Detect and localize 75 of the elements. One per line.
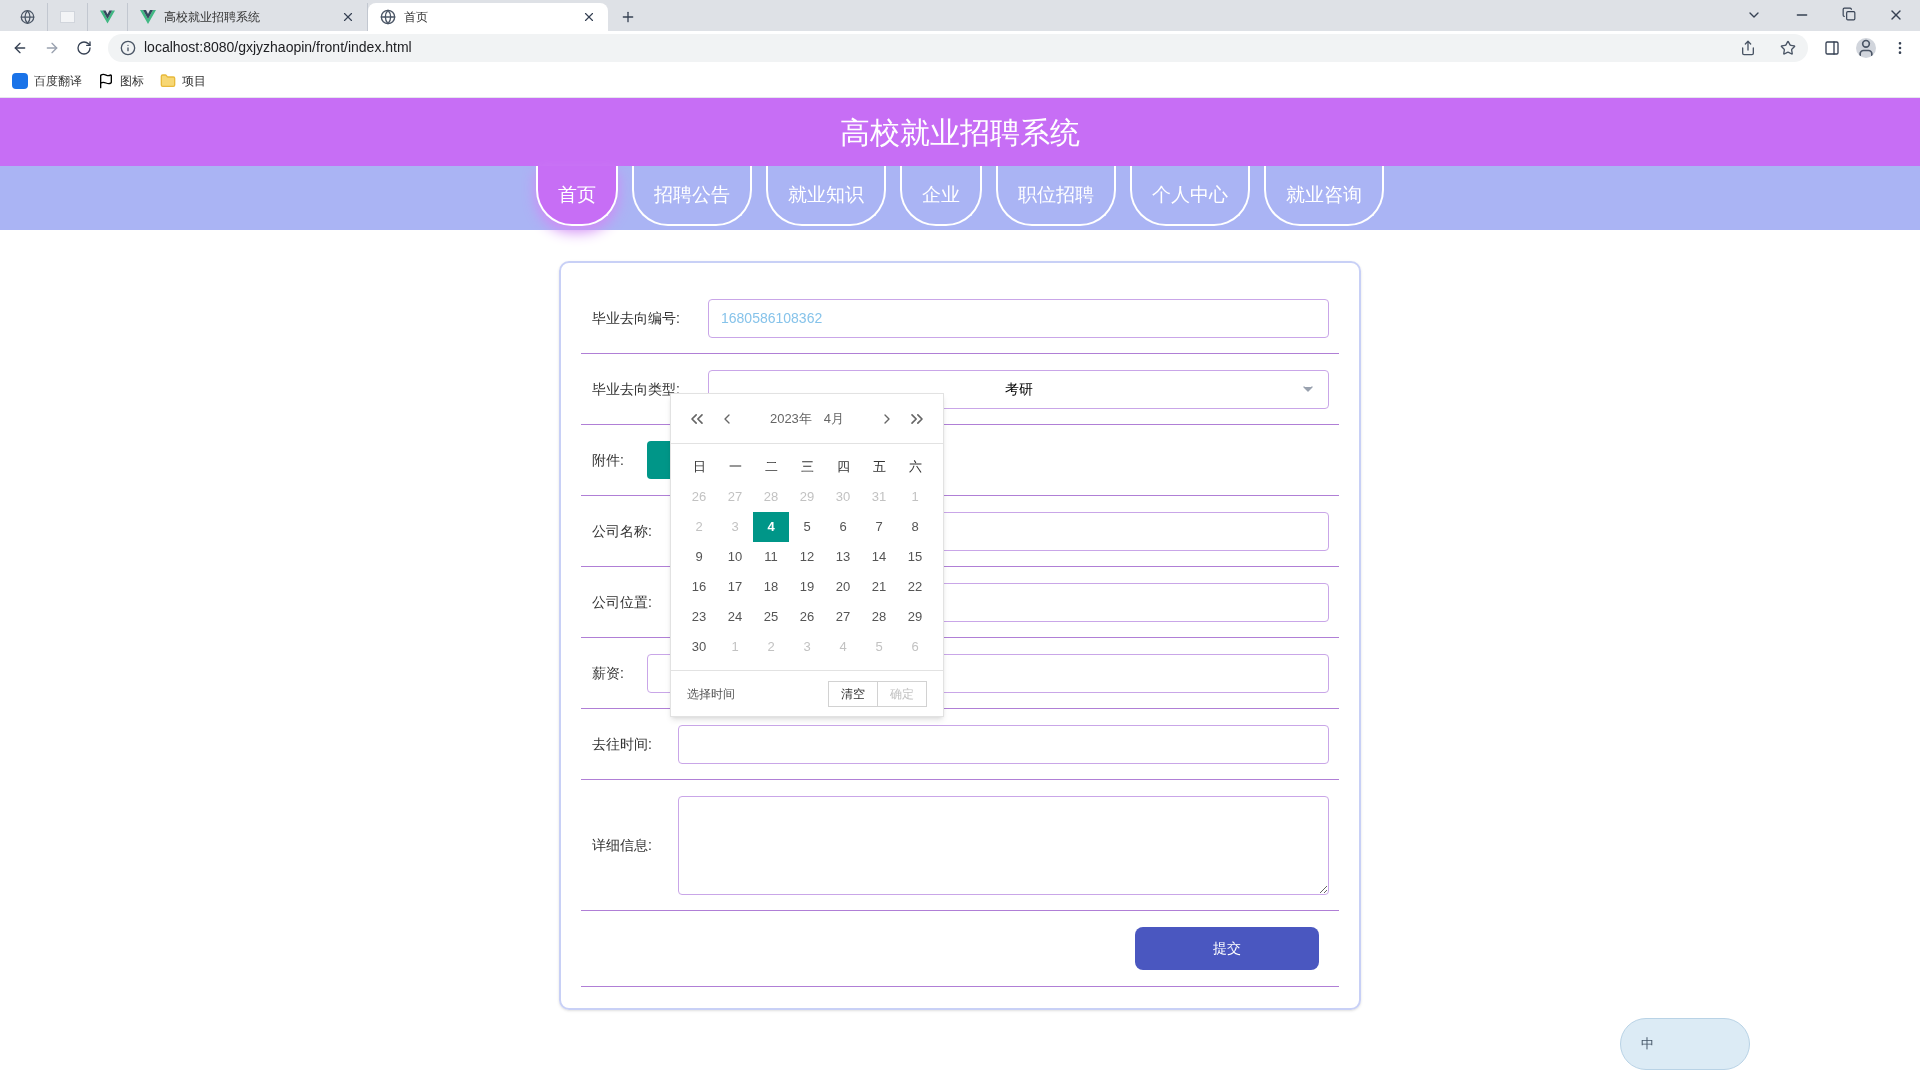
weekday-label: 六 bbox=[907, 458, 923, 477]
translate-icon bbox=[12, 72, 28, 89]
site-title: 高校就业招聘系统 bbox=[840, 114, 1080, 151]
calendar-day[interactable]: 20 bbox=[825, 572, 861, 602]
field-label: 毕业去向类型: bbox=[592, 379, 681, 399]
calendar-day[interactable]: 21 bbox=[861, 572, 897, 602]
calendar-day[interactable]: 9 bbox=[681, 542, 717, 572]
month-label[interactable]: 4月 bbox=[823, 408, 845, 429]
browser-tab[interactable]: 首页 bbox=[368, 3, 608, 31]
calendar-day[interactable]: 6 bbox=[825, 512, 861, 542]
share-icon[interactable] bbox=[1740, 39, 1756, 56]
new-tab-icon[interactable] bbox=[620, 9, 636, 25]
side-panel-icon[interactable] bbox=[1824, 39, 1840, 56]
calendar-day[interactable]: 16 bbox=[681, 572, 717, 602]
weekday-label: 四 bbox=[835, 458, 851, 477]
bookmark[interactable]: 图标 bbox=[98, 71, 144, 90]
text-field[interactable] bbox=[678, 724, 1329, 764]
calendar-day[interactable]: 29 bbox=[897, 602, 933, 632]
select-time-link[interactable]: 选择时间 bbox=[687, 684, 828, 703]
calendar-day[interactable]: 19 bbox=[789, 572, 825, 602]
calendar-day[interactable]: 28 bbox=[861, 602, 897, 632]
globe-icon bbox=[380, 9, 396, 25]
page-icon bbox=[60, 11, 75, 23]
bookmark-star-icon[interactable] bbox=[1780, 39, 1796, 56]
calendar-day[interactable]: 5 bbox=[789, 512, 825, 542]
ime-widget[interactable]: 中 bbox=[1620, 1018, 1750, 1070]
calendar-day[interactable]: 13 bbox=[825, 542, 861, 572]
calendar-day[interactable]: 11 bbox=[753, 542, 789, 572]
restore-icon[interactable] bbox=[1842, 7, 1856, 21]
bookmark[interactable]: 项目 bbox=[160, 71, 206, 90]
tab-title: 首页 bbox=[404, 9, 429, 26]
folder-icon bbox=[160, 72, 176, 89]
weekday-label: 二 bbox=[763, 458, 779, 477]
field-label: 公司位置: bbox=[592, 592, 653, 612]
calendar-day[interactable]: 23 bbox=[681, 602, 717, 632]
bookmark[interactable]: 百度翻译 bbox=[12, 71, 82, 90]
year-label[interactable]: 2023年 bbox=[769, 408, 812, 429]
reload-icon[interactable] bbox=[76, 39, 92, 56]
calendar-day[interactable]: 25 bbox=[753, 602, 789, 632]
globe-icon bbox=[20, 9, 35, 25]
calendar-day[interactable]: 7 bbox=[861, 512, 897, 542]
v-logo-icon bbox=[100, 10, 115, 24]
field-label: 详细信息: bbox=[592, 835, 653, 855]
close-icon[interactable] bbox=[341, 10, 355, 24]
weekday-label: 日 bbox=[691, 458, 707, 477]
calendar-day[interactable]: 22 bbox=[897, 572, 933, 602]
weekday-label: 一 bbox=[727, 458, 743, 477]
tab-title: 高校就业招聘系统 bbox=[164, 9, 261, 26]
weekday-label: 五 bbox=[871, 458, 887, 477]
field-label: 公司名称: bbox=[592, 521, 653, 541]
submit-button[interactable]: 提交 bbox=[1135, 927, 1319, 970]
profile-icon[interactable] bbox=[1856, 37, 1876, 58]
flag-icon bbox=[98, 72, 114, 89]
calendar-day[interactable]: 26 bbox=[789, 602, 825, 632]
calendar-day[interactable]: 24 bbox=[717, 602, 753, 632]
weekday-label: 三 bbox=[799, 458, 815, 477]
calendar-day[interactable]: 14 bbox=[861, 542, 897, 572]
calendar-day[interactable]: 18 bbox=[753, 572, 789, 602]
calendar-day[interactable]: 12 bbox=[789, 542, 825, 572]
info-icon bbox=[120, 39, 136, 56]
field-label: 毕业去向编号: bbox=[592, 308, 681, 328]
field-label: 薪资: bbox=[592, 663, 625, 683]
v-logo-icon bbox=[140, 10, 156, 24]
clear-button[interactable]: 清空 bbox=[828, 680, 878, 707]
close-icon[interactable] bbox=[582, 10, 596, 24]
calendar-day[interactable]: 17 bbox=[717, 572, 753, 602]
field-label: 去往时间: bbox=[592, 734, 653, 754]
calendar-day[interactable]: 4 bbox=[753, 512, 789, 542]
calendar-day[interactable]: 8 bbox=[897, 512, 933, 542]
calendar-day[interactable]: 10 bbox=[717, 542, 753, 572]
calendar-day[interactable]: 30 bbox=[681, 632, 717, 662]
calendar-day[interactable]: 27 bbox=[825, 602, 861, 632]
field-label: 附件: bbox=[592, 450, 625, 470]
calendar-day[interactable]: 15 bbox=[897, 542, 933, 572]
address-bar[interactable]: localhost:8080/gxjyzhaopin/front/index.html bbox=[108, 33, 1808, 62]
